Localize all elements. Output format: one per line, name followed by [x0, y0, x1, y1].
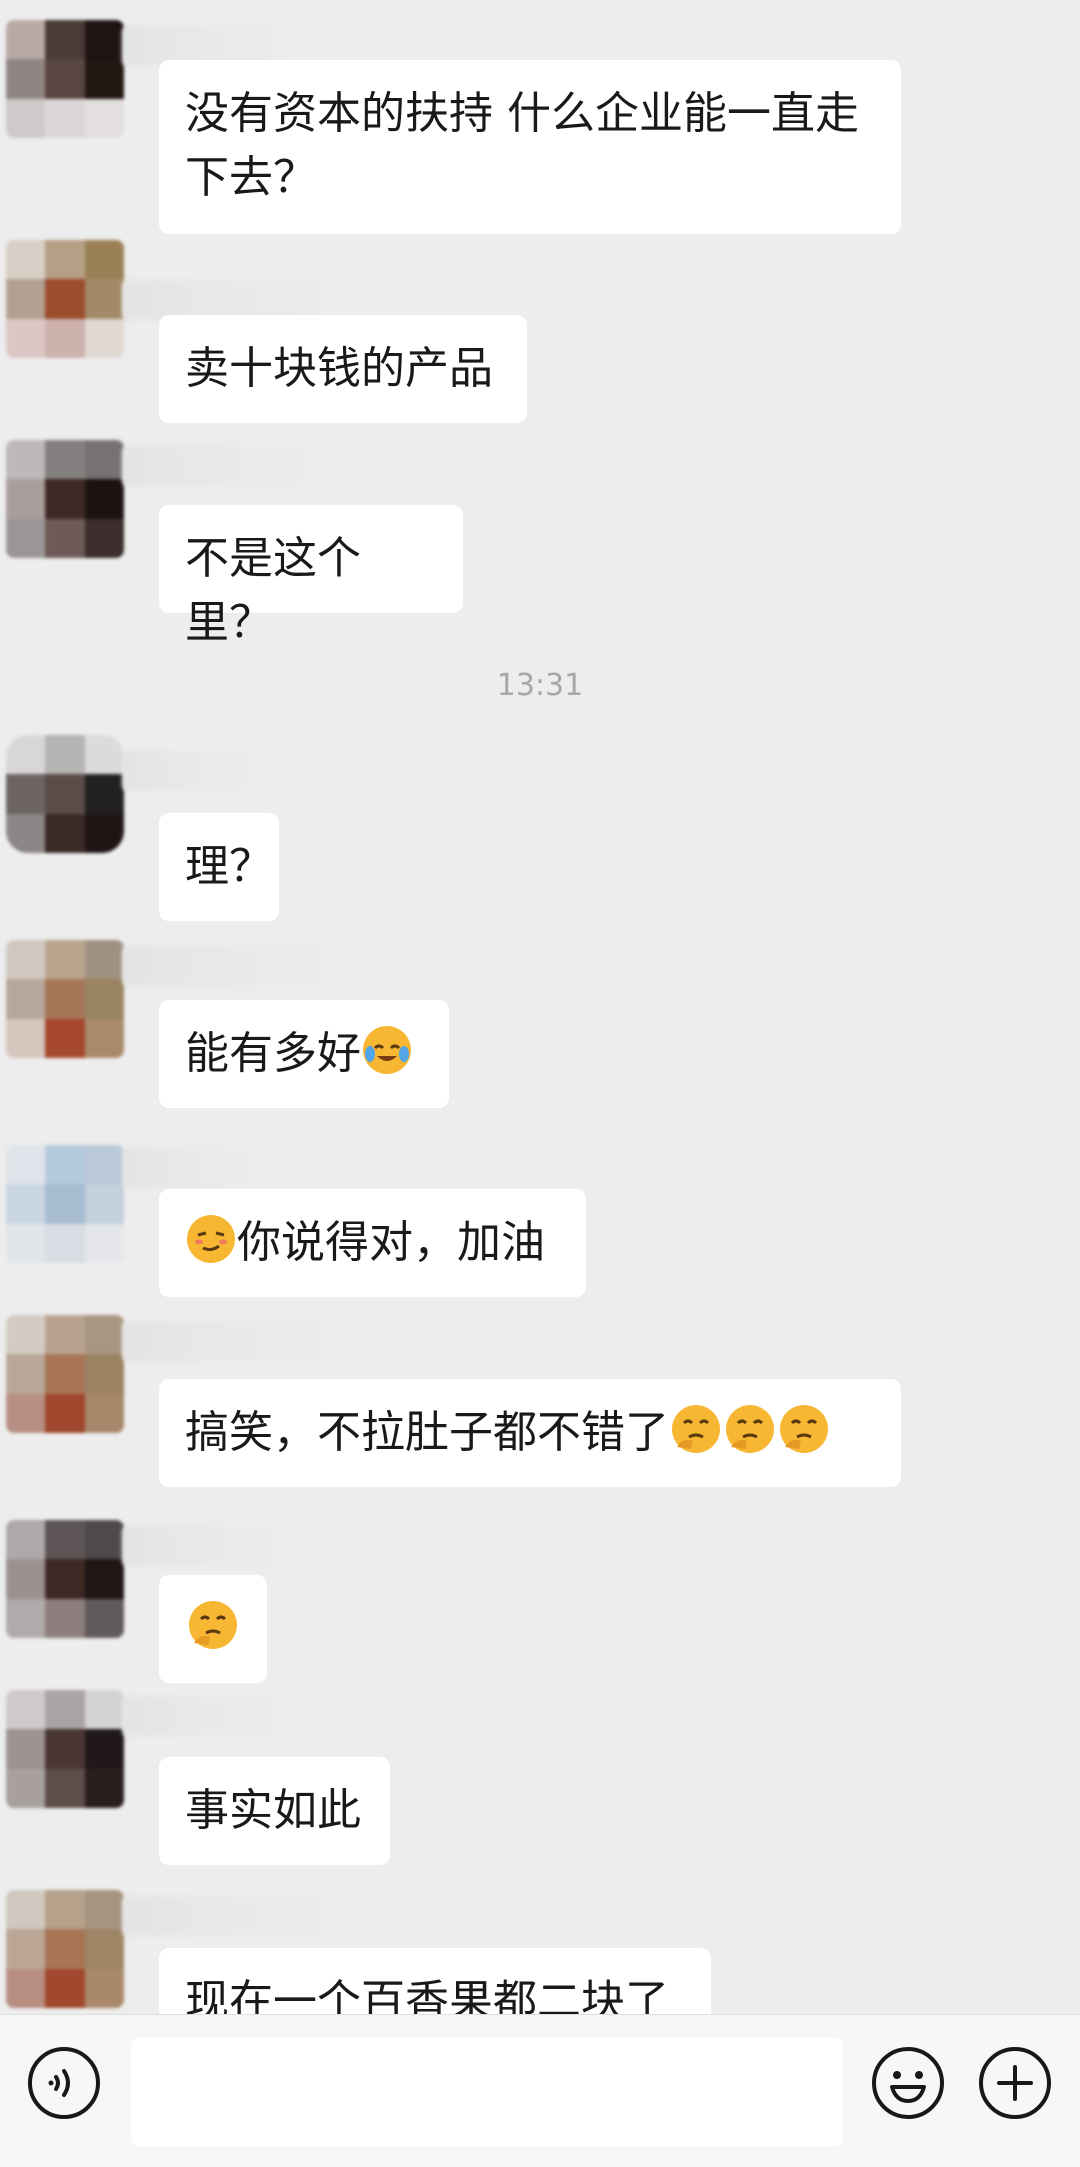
- avatar[interactable]: [6, 1145, 124, 1263]
- message-bubble[interactable]: 理？: [159, 813, 279, 921]
- sender-name-blurred: [122, 751, 252, 791]
- thinking-emoji: [669, 1403, 723, 1473]
- avatar[interactable]: [6, 440, 124, 558]
- sender-name-blurred: [122, 946, 332, 986]
- plus-icon[interactable]: [977, 2045, 1053, 2121]
- avatar[interactable]: [6, 240, 124, 358]
- message-bubble[interactable]: 搞笑，不拉肚子都不错了: [159, 1379, 901, 1487]
- avatar[interactable]: [6, 735, 124, 853]
- message-input[interactable]: [131, 2037, 843, 2147]
- message-bubble[interactable]: 没有资本的扶持 什么企业能一直走下去？: [159, 60, 901, 234]
- message-text: 没有资本的扶持 什么企业能一直走下去？: [185, 88, 859, 203]
- sender-name-blurred: [122, 1148, 252, 1188]
- sender-name-blurred: [122, 1896, 332, 1936]
- message-bubble[interactable]: 能有多好: [159, 1000, 449, 1108]
- avatar[interactable]: [6, 940, 124, 1058]
- message-bubble[interactable]: 现在一个百香果都二块了: [159, 1948, 711, 2014]
- message-bubble[interactable]: 事实如此: [159, 1757, 390, 1865]
- sender-name-blurred: [122, 280, 332, 320]
- message-bubble[interactable]: 不是这个里？: [159, 505, 463, 648]
- sender-name-blurred: [122, 1321, 332, 1361]
- message-text: 事实如此: [185, 1785, 361, 1836]
- message-bubble[interactable]: 你说得对，加油: [159, 1189, 586, 1297]
- message-text: 不是这个里？: [185, 533, 361, 648]
- laughing-crying-emoji: [361, 1024, 413, 1094]
- avatar[interactable]: [6, 1690, 124, 1808]
- thinking-emoji: [777, 1403, 831, 1473]
- message-text: 现在一个百香果都二块了: [185, 1976, 669, 2014]
- thinking-emoji: [723, 1403, 777, 1473]
- avatar[interactable]: [6, 20, 124, 138]
- input-bar: [0, 2014, 1080, 2167]
- chat-area[interactable]: 没有资本的扶持 什么企业能一直走下去？ 卖十块钱的产品 不是这个里？ 13:31: [0, 0, 1080, 2014]
- avatar[interactable]: [6, 1890, 124, 2008]
- sender-name-blurred: [122, 1696, 282, 1736]
- avatar[interactable]: [6, 1315, 124, 1433]
- message-text: 能有多好: [185, 1028, 361, 1079]
- thinking-emoji: [186, 1599, 240, 1669]
- message-bubble[interactable]: [159, 1575, 267, 1683]
- sender-name-blurred: [122, 1526, 282, 1566]
- timestamp: 13:31: [496, 668, 584, 703]
- emoji-icon[interactable]: [870, 2045, 946, 2121]
- avatar[interactable]: [6, 1520, 124, 1638]
- message-text: 搞笑，不拉肚子都不错了: [185, 1407, 669, 1458]
- sender-name-blurred: [122, 446, 312, 486]
- message-text: 理？: [185, 841, 273, 892]
- message-bubble[interactable]: 卖十块钱的产品: [159, 315, 527, 423]
- smirk-emoji: [185, 1213, 237, 1283]
- message-text: 你说得对，加油: [237, 1217, 545, 1268]
- message-text: 卖十块钱的产品: [185, 343, 493, 394]
- voice-icon[interactable]: [26, 2045, 102, 2121]
